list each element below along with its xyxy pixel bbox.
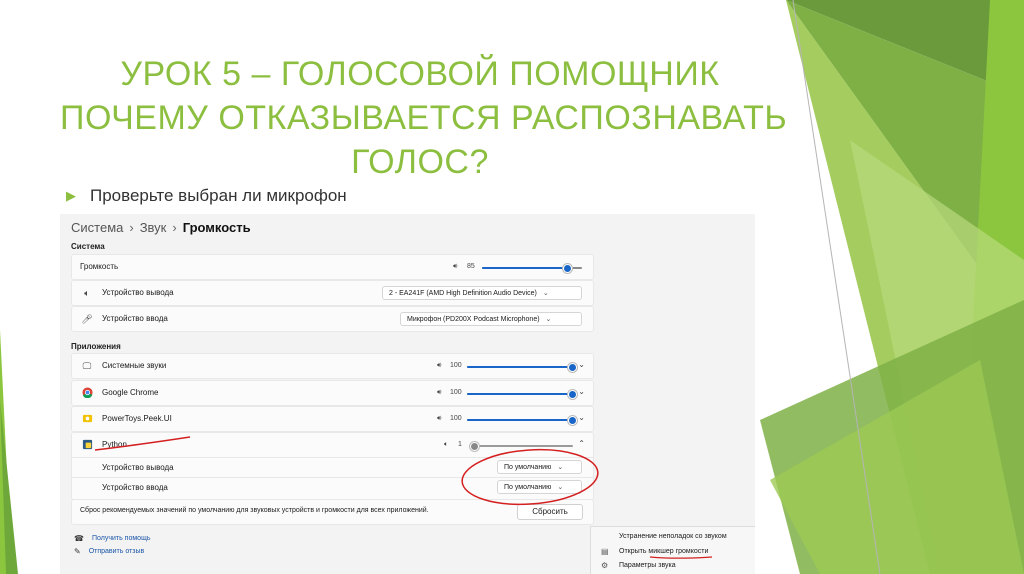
speaker-icon[interactable]: 🔊︎ xyxy=(437,415,441,423)
context-menu: Устранение неполадок со звуком ▤ Открыть … xyxy=(590,526,755,574)
reset-description: Сброс рекомендуемых значений по умолчани… xyxy=(80,507,429,514)
breadcrumb-item-system[interactable]: Система xyxy=(71,220,123,235)
reset-button[interactable]: Сбросить xyxy=(517,504,583,520)
app-row-powertoys: PowerToys.Peek.UI 🔊︎ 100 ⌄ xyxy=(71,406,594,432)
app-volume-slider[interactable] xyxy=(467,390,577,399)
chevron-down-icon[interactable]: ⌄ xyxy=(578,413,585,422)
volume-row: Громкость 🔊︎ 85 xyxy=(71,254,594,280)
breadcrumb-item-volume: Громкость xyxy=(182,220,251,235)
breadcrumb-item-sound[interactable]: Звук xyxy=(140,220,167,235)
help-icon: ☎︎ xyxy=(74,534,84,543)
speaker-icon: 🔈︎ xyxy=(84,288,90,298)
python-input-label: Устройство ввода xyxy=(102,483,168,492)
volume-slider[interactable] xyxy=(482,264,582,273)
app-name: Google Chrome xyxy=(102,388,159,397)
output-device-label: Устройство вывода xyxy=(102,288,174,297)
windows-settings-screenshot: Система › Звук › Громкость Система Громкость… xyxy=(60,214,755,574)
get-help-link[interactable]: ☎︎ Получить помощь xyxy=(74,534,150,543)
menu-item-troubleshoot[interactable]: Устранение неполадок со звуком xyxy=(591,529,755,544)
app-volume-value: 100 xyxy=(450,362,462,369)
slide-title: УРОК 5 – ГОЛОСОВОЙ ПОМОЩНИК ПОЧЕМУ ОТКАЗ… xyxy=(60,52,788,184)
app-row-chrome: Google Chrome 🔊︎ 100 ⌄ xyxy=(71,380,594,406)
chevron-down-icon: ⌄ xyxy=(542,290,549,297)
app-volume-value: 100 xyxy=(450,389,462,396)
speaker-muted-icon[interactable]: 🔈︎ xyxy=(444,441,448,449)
volume-value: 85 xyxy=(467,263,475,270)
send-feedback-link[interactable]: ✎ Отправить отзыв xyxy=(74,547,144,556)
app-volume-slider[interactable] xyxy=(467,363,577,372)
chevron-down-icon: ⌄ xyxy=(557,464,564,471)
monitor-icon: 🖵︎ xyxy=(82,361,92,371)
speaker-icon[interactable]: 🔊︎ xyxy=(437,362,441,370)
gear-icon: ⚙︎ xyxy=(601,561,609,570)
section-heading-system: Система xyxy=(71,242,105,251)
app-name: Системные звуки xyxy=(102,361,167,370)
menu-item-open-mixer[interactable]: ▤ Открыть микшер громкости xyxy=(591,544,755,559)
chevron-right-icon: › xyxy=(129,220,134,235)
app-name: Python xyxy=(102,440,127,449)
powertoys-icon xyxy=(81,413,93,425)
microphone-icon: 🎤︎ xyxy=(81,314,93,324)
section-heading-apps: Приложения xyxy=(71,342,121,351)
input-device-label: Устройство ввода xyxy=(102,314,168,323)
speaker-icon[interactable]: 🔊︎ xyxy=(453,263,457,271)
slider-knob[interactable] xyxy=(568,390,577,399)
title-line-3: ГОЛОС? xyxy=(351,143,489,181)
input-device-row: 🎤︎ Устройство ввода Микрофон (PD200X Pod… xyxy=(71,306,594,332)
slider-knob[interactable] xyxy=(568,416,577,425)
app-row-python-expanded: Python 🔈︎ 1 ⌃ Устройство вывода По умолч… xyxy=(71,432,594,500)
slider-knob[interactable] xyxy=(568,363,577,372)
output-device-row: 🔈︎ Устройство вывода 2 - EA241F (AMD Hig… xyxy=(71,280,594,306)
chevron-down-icon: ⌄ xyxy=(557,484,564,491)
app-row-system-sounds: 🖵︎ Системные звуки 🔊︎ 100 ⌄ xyxy=(71,353,594,379)
chrome-icon xyxy=(81,387,93,399)
app-volume-slider[interactable] xyxy=(467,416,577,425)
app-volume-value: 100 xyxy=(450,415,462,422)
bullet-point: ▶ Проверьте выбран ли микрофон xyxy=(66,186,347,206)
mixer-icon: ▤ xyxy=(601,547,609,556)
volume-label: Громкость xyxy=(80,262,119,271)
output-device-select[interactable]: 2 - EA241F (AMD High Definition Audio De… xyxy=(382,286,582,300)
app-volume-value: 1 xyxy=(458,441,462,448)
app-volume-slider[interactable] xyxy=(470,442,573,451)
chevron-down-icon: ⌄ xyxy=(545,316,552,323)
app-name: PowerToys.Peek.UI xyxy=(102,414,172,423)
python-input-select[interactable]: По умолчанию ⌄ xyxy=(497,480,582,494)
menu-item-sound-settings[interactable]: ⚙︎ Параметры звука xyxy=(591,558,755,573)
chevron-down-icon[interactable]: ⌄ xyxy=(578,360,585,369)
chevron-down-icon[interactable]: ⌄ xyxy=(578,387,585,396)
speaker-icon[interactable]: 🔊︎ xyxy=(437,389,441,397)
reset-row: Сброс рекомендуемых значений по умолчани… xyxy=(71,499,594,525)
slider-knob[interactable] xyxy=(563,264,572,273)
breadcrumb: Система › Звук › Громкость xyxy=(71,220,251,235)
bullet-text: Проверьте выбран ли микрофон xyxy=(90,186,347,205)
title-line-1: УРОК 5 – ГОЛОСОВОЙ ПОМОЩНИК xyxy=(120,55,720,93)
chevron-up-icon[interactable]: ⌃ xyxy=(578,439,585,448)
input-device-select[interactable]: Микрофон (PD200X Podcast Microphone) ⌄ xyxy=(400,312,582,326)
title-line-2: ПОЧЕМУ ОТКАЗЫВАЕТСЯ РАСПОЗНАВАТЬ xyxy=(60,99,788,137)
feedback-icon: ✎ xyxy=(74,547,81,556)
python-output-label: Устройство вывода xyxy=(102,463,174,472)
chevron-right-icon: › xyxy=(172,220,177,235)
python-output-select[interactable]: По умолчанию ⌄ xyxy=(497,460,582,474)
bullet-arrow-icon: ▶ xyxy=(66,188,76,203)
slider-knob[interactable] xyxy=(470,442,479,451)
python-icon xyxy=(81,439,93,451)
